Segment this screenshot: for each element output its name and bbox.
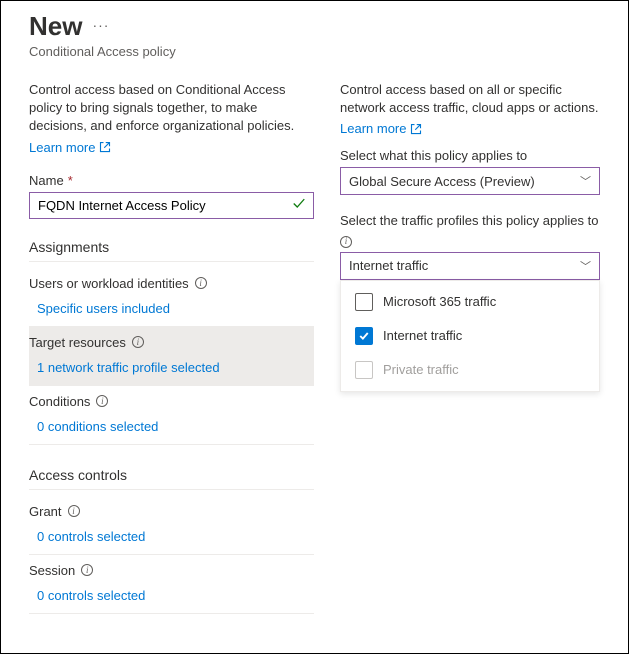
option-label: Private traffic — [383, 362, 459, 377]
option-label: Internet traffic — [383, 328, 462, 343]
page-title: New — [29, 11, 82, 42]
applies-to-value: Global Secure Access (Preview) — [349, 174, 535, 189]
name-label: Name * — [29, 173, 314, 188]
traffic-options-panel: Microsoft 365 traffic Internet traffic P… — [340, 280, 600, 392]
left-column: Control access based on Conditional Acce… — [29, 81, 314, 614]
external-link-icon — [99, 141, 111, 153]
info-icon[interactable]: i — [81, 564, 93, 576]
grant-value[interactable]: 0 controls selected — [29, 519, 314, 554]
option-private-traffic: Private traffic — [341, 353, 599, 387]
page-subtitle: Conditional Access policy — [29, 44, 604, 59]
chevron-down-icon: ﹀ — [580, 258, 591, 274]
target-resources-group[interactable]: Target resources i 1 network traffic pro… — [29, 327, 314, 386]
conditions-group[interactable]: Conditions i 0 conditions selected — [29, 386, 314, 445]
checkbox-checked[interactable] — [355, 327, 373, 345]
users-group[interactable]: Users or workload identities i Specific … — [29, 268, 314, 327]
name-input[interactable] — [29, 192, 314, 219]
left-description: Control access based on Conditional Acce… — [29, 81, 314, 136]
info-icon[interactable]: i — [96, 395, 108, 407]
traffic-profiles-dropdown[interactable]: Internet traffic ﹀ — [340, 252, 600, 280]
target-resources-label: Target resources i — [29, 327, 314, 350]
checkbox-unchecked[interactable] — [355, 293, 373, 311]
check-icon — [292, 197, 306, 214]
learn-more-label: Learn more — [340, 121, 406, 136]
right-column: Control access based on all or specific … — [340, 81, 600, 614]
conditions-value[interactable]: 0 conditions selected — [29, 409, 314, 444]
option-label: Microsoft 365 traffic — [383, 294, 496, 309]
applies-to-dropdown[interactable]: Global Secure Access (Preview) ﹀ — [340, 167, 600, 195]
traffic-profiles-label: Select the traffic profiles this policy … — [340, 213, 598, 228]
assignments-heading: Assignments — [29, 239, 314, 262]
required-indicator: * — [68, 173, 73, 188]
info-icon[interactable]: i — [132, 336, 144, 348]
grant-group[interactable]: Grant i 0 controls selected — [29, 496, 314, 555]
option-internet-traffic[interactable]: Internet traffic — [341, 319, 599, 353]
grant-label: Grant i — [29, 496, 314, 519]
right-description: Control access based on all or specific … — [340, 81, 600, 117]
traffic-profiles-value: Internet traffic — [349, 258, 428, 273]
info-icon[interactable]: i — [195, 277, 207, 289]
learn-more-link-right[interactable]: Learn more — [340, 121, 422, 136]
users-label: Users or workload identities i — [29, 268, 314, 291]
info-icon[interactable]: i — [68, 505, 80, 517]
option-m365-traffic[interactable]: Microsoft 365 traffic — [341, 285, 599, 319]
conditions-label: Conditions i — [29, 386, 314, 409]
target-resources-value[interactable]: 1 network traffic profile selected — [29, 350, 314, 385]
info-icon[interactable]: i — [340, 236, 352, 248]
more-menu-icon[interactable]: ··· — [92, 17, 109, 37]
session-value[interactable]: 0 controls selected — [29, 578, 314, 613]
session-group[interactable]: Session i 0 controls selected — [29, 555, 314, 614]
external-link-icon — [410, 123, 422, 135]
users-value[interactable]: Specific users included — [29, 291, 314, 326]
access-controls-heading: Access controls — [29, 467, 314, 490]
chevron-down-icon: ﹀ — [580, 173, 591, 189]
learn-more-link-left[interactable]: Learn more — [29, 140, 111, 155]
learn-more-label: Learn more — [29, 140, 95, 155]
applies-to-label: Select what this policy applies to — [340, 148, 600, 163]
checkbox-disabled — [355, 361, 373, 379]
session-label: Session i — [29, 555, 314, 578]
